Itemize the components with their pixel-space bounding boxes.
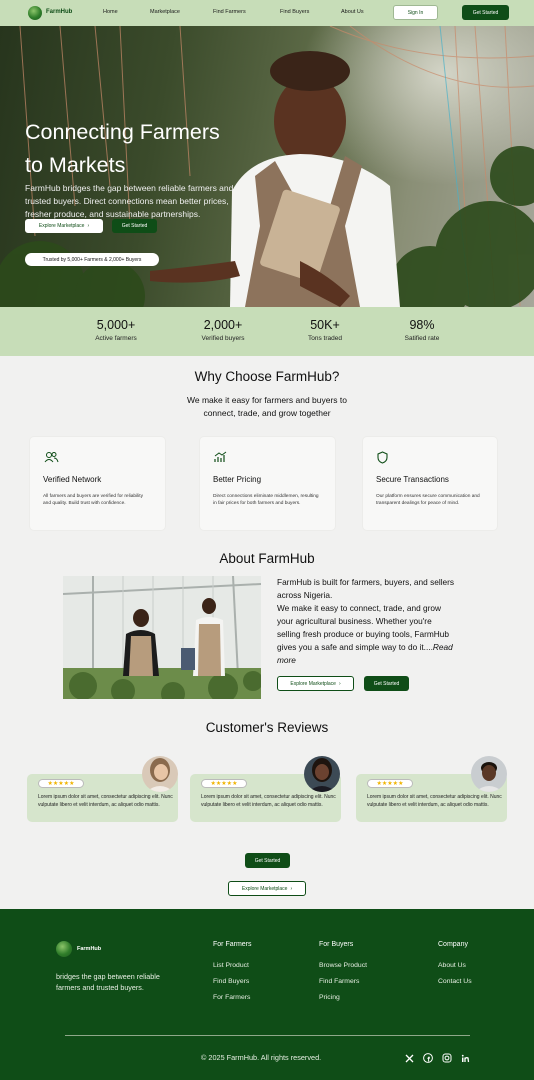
- hero-get-started-button[interactable]: Get Started: [112, 219, 157, 233]
- nav-home[interactable]: Home: [103, 9, 118, 15]
- stat-value: 5,000+: [96, 318, 136, 332]
- reviews-title: Customer's Reviews: [205, 720, 329, 735]
- nav-about-us[interactable]: About Us: [341, 9, 364, 15]
- copyright: © 2025 FarmHub. All rights reserved.: [201, 1053, 322, 1062]
- reviewer-avatar: [471, 756, 507, 792]
- linkedin-icon[interactable]: [460, 1053, 470, 1063]
- footer-link[interactable]: Find Farmers: [319, 978, 359, 985]
- logo-icon[interactable]: [28, 6, 42, 20]
- why-subtitle-line2: connect, trade, and grow together: [203, 408, 331, 418]
- top-navbar: FarmHub Home Marketplace Find Farmers Fi…: [0, 0, 534, 26]
- stat-value: 2,000+: [203, 318, 243, 332]
- sign-in-button[interactable]: Sign In: [393, 5, 438, 20]
- stat-farmers: 5,000+ Active farmers: [66, 318, 166, 342]
- arrow-right-icon: ›: [87, 223, 90, 229]
- feature-card-pricing: Better Pricing Direct connections elimin…: [200, 437, 335, 530]
- stat-value: 98%: [409, 318, 435, 332]
- reviewer-avatar: [142, 756, 178, 792]
- card-title: Better Pricing: [213, 475, 262, 484]
- brand-name[interactable]: FarmHub: [46, 9, 72, 15]
- footer-link[interactable]: Pricing: [319, 994, 340, 1001]
- footer-farmers-heading: For Farmers: [213, 941, 252, 948]
- nav-find-buyers[interactable]: Find Buyers: [280, 9, 309, 15]
- cta-get-started-button[interactable]: Get Started: [245, 853, 290, 868]
- stat-label: Active farmers: [95, 335, 137, 342]
- cta-explore-label: Explore Marketplace: [241, 885, 288, 892]
- footer-buyers-heading: For Buyers: [319, 941, 354, 948]
- about-get-started-button[interactable]: Get Started: [364, 676, 409, 691]
- why-subtitle-line1: We make it easy for farmers and buyers t…: [187, 395, 347, 405]
- x-icon[interactable]: [404, 1053, 414, 1063]
- about-paragraph-1: FarmHub is built for farmers, buyers, an…: [277, 577, 455, 600]
- about-text: FarmHub is built for farmers, buyers, an…: [277, 576, 457, 667]
- chart-up-icon: [214, 451, 227, 462]
- stats-bar: 5,000+ Active farmers 2,000+ Verified bu…: [0, 307, 534, 356]
- nav-marketplace[interactable]: Marketplace: [150, 9, 180, 15]
- arrow-right-icon: ›: [290, 885, 293, 892]
- review-text: Lorem ipsum dolor sit amet, consectetur …: [367, 794, 502, 808]
- review-text: Lorem ipsum dolor sit amet, consectetur …: [38, 794, 173, 808]
- about-explore-label: Explore Marketplace: [290, 680, 336, 687]
- about-paragraph-2-text: We make it easy to connect, trade, and g…: [277, 603, 450, 652]
- why-title: Why Choose FarmHub?: [194, 369, 340, 384]
- footer-logo-icon[interactable]: [56, 941, 72, 957]
- card-title: Verified Network: [43, 475, 102, 484]
- hero-title-line1: Connecting Farmers: [25, 120, 220, 144]
- cta-explore-button[interactable]: Explore Marketplace ›: [228, 881, 306, 896]
- card-text: All farmers and buyers are verified for …: [43, 494, 143, 506]
- about-paragraph-2: We make it easy to connect, trade, and g…: [277, 602, 457, 667]
- arrow-right-icon: ›: [338, 680, 341, 687]
- reviewer-avatar: [304, 756, 340, 792]
- instagram-icon[interactable]: [442, 1053, 452, 1063]
- hero-description: FarmHub bridges the gap between reliable…: [25, 183, 234, 219]
- footer-link[interactable]: List Product: [213, 962, 249, 969]
- footer-link[interactable]: Find Buyers: [213, 978, 249, 985]
- about-photo: [63, 576, 261, 699]
- users-icon: [44, 452, 59, 463]
- footer-tagline: bridges the gap between reliable farmers…: [56, 972, 160, 992]
- hero-section: Connecting Farmers to Markets FarmHub br…: [0, 26, 534, 307]
- feature-card-secure: Secure Transactions Our platform ensures…: [363, 437, 497, 530]
- star-rating: ★★★★★: [201, 779, 247, 788]
- stat-buyers: 2,000+ Verified buyers: [173, 318, 273, 342]
- footer-company-heading: Company: [438, 941, 468, 948]
- star-rating: ★★★★★: [367, 779, 413, 788]
- hero-explore-button[interactable]: Explore Marketplace ›: [25, 219, 103, 233]
- trusted-badge: Trusted by 5,000+ Farmers & 2,000+ Buyer…: [25, 253, 159, 266]
- card-text: Direct connections eliminate middlemen, …: [213, 494, 319, 506]
- card-text: Our platform ensures secure communicatio…: [376, 494, 480, 506]
- footer-link[interactable]: For Farmers: [213, 994, 250, 1001]
- nav-get-started-button[interactable]: Get Started: [462, 5, 509, 20]
- card-title: Secure Transactions: [376, 475, 449, 484]
- footer-link[interactable]: Browse Product: [319, 962, 367, 969]
- footer-brand-name[interactable]: FarmHub: [77, 946, 101, 952]
- facebook-icon[interactable]: [423, 1053, 433, 1063]
- hero-title: Connecting Farmers to Markets: [25, 116, 285, 182]
- stat-label: Satified rate: [404, 335, 440, 342]
- star-rating: ★★★★★: [38, 779, 84, 788]
- why-subtitle: We make it easy for farmers and buyers t…: [0, 394, 534, 420]
- footer-link[interactable]: Contact Us: [438, 978, 472, 985]
- hero-explore-label: Explore Marketplace: [38, 223, 85, 229]
- stat-tons: 50K+ Tons traded: [275, 318, 375, 342]
- hero-title-line2: to Markets: [25, 153, 126, 177]
- feature-card-verified: Verified Network All farmers and buyers …: [30, 437, 165, 530]
- stat-satisfaction: 98% Satified rate: [372, 318, 472, 342]
- about-explore-button[interactable]: Explore Marketplace ›: [277, 676, 354, 691]
- footer: FarmHub bridges the gap between reliable…: [0, 909, 534, 1080]
- stat-value: 50K+: [310, 318, 340, 332]
- review-text: Lorem ipsum dolor sit amet, consectetur …: [201, 794, 336, 808]
- stat-label: Tons traded: [308, 335, 342, 342]
- stat-label: Verified buyers: [201, 335, 245, 342]
- footer-divider: [65, 1035, 470, 1036]
- shield-icon: [377, 451, 388, 464]
- about-title: About FarmHub: [219, 551, 315, 566]
- footer-link[interactable]: About Us: [438, 962, 466, 969]
- nav-find-farmers[interactable]: Find Farmers: [213, 9, 246, 15]
